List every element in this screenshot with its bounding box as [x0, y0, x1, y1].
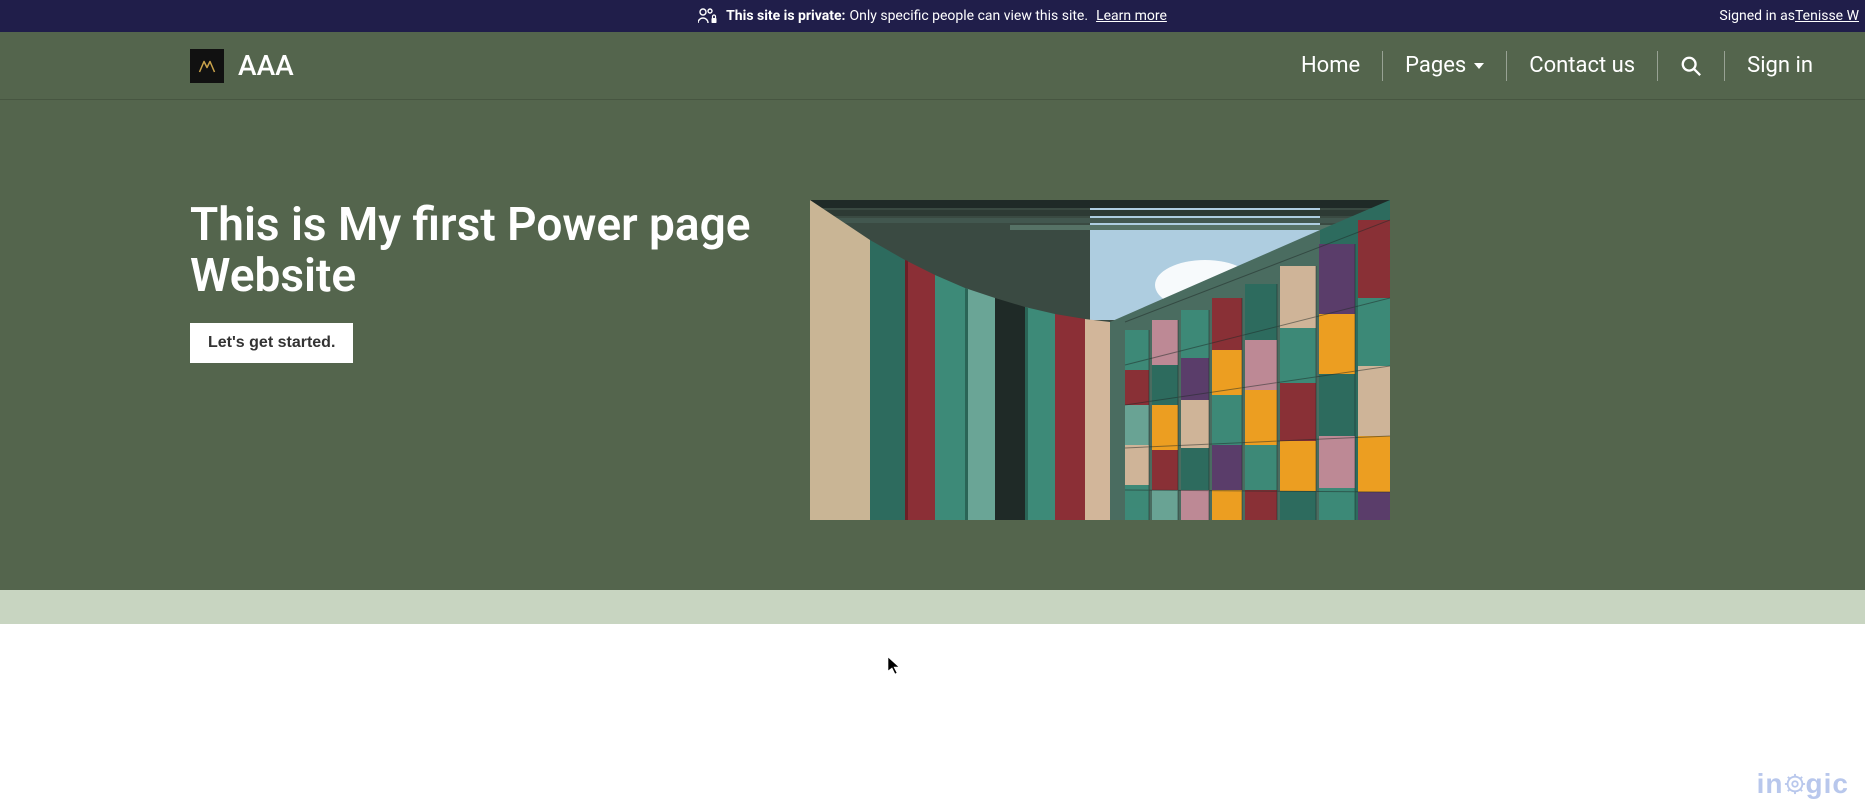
nav-home[interactable]: Home — [1279, 49, 1382, 82]
search-icon — [1680, 55, 1702, 77]
nav-contact-label: Contact us — [1529, 53, 1635, 78]
nav-pages[interactable]: Pages — [1383, 49, 1506, 82]
nav-signin-label: Sign in — [1747, 53, 1813, 78]
hero-title: This is My first Power page Website — [190, 200, 770, 301]
banner-message: This site is private: Only specific peop… — [698, 8, 1167, 24]
brand-logo-icon — [190, 49, 224, 83]
nav-home-label: Home — [1301, 53, 1360, 78]
private-site-banner: This site is private: Only specific peop… — [0, 0, 1865, 32]
brand-name: AAA — [238, 49, 294, 82]
light-strip — [0, 590, 1865, 624]
people-lock-icon — [698, 8, 718, 24]
signed-in-user-link[interactable]: Tenisse W — [1795, 8, 1859, 24]
gear-icon — [1784, 773, 1806, 795]
hero-image — [810, 200, 1390, 520]
hero-right — [810, 200, 1390, 520]
signed-in-status: Signed in as Tenisse W — [1719, 0, 1865, 32]
main-nav: Home Pages Contact us Sign in — [1279, 49, 1835, 82]
footer-brand-text: ingic — [1757, 768, 1849, 799]
hero-left: This is My first Power page Website Let'… — [190, 200, 770, 363]
cursor-icon — [887, 656, 903, 680]
get-started-button[interactable]: Let's get started. — [190, 323, 353, 363]
footer-brand-logo: ingic — [1757, 768, 1849, 800]
hero-section: This is My first Power page Website Let'… — [0, 100, 1865, 590]
banner-private-msg: Only specific people can view this site. — [849, 8, 1088, 24]
learn-more-link[interactable]: Learn more — [1096, 8, 1167, 24]
banner-private-prefix: This site is private: — [726, 8, 845, 24]
signed-in-prefix: Signed in as — [1719, 8, 1795, 24]
nav-signin[interactable]: Sign in — [1725, 49, 1835, 82]
nav-pages-label: Pages — [1405, 53, 1466, 78]
nav-contact[interactable]: Contact us — [1507, 49, 1657, 82]
search-button[interactable] — [1658, 51, 1724, 81]
caret-down-icon — [1474, 63, 1484, 69]
site-header: AAA Home Pages Contact us Sign in — [0, 32, 1865, 100]
brand[interactable]: AAA — [190, 49, 294, 83]
